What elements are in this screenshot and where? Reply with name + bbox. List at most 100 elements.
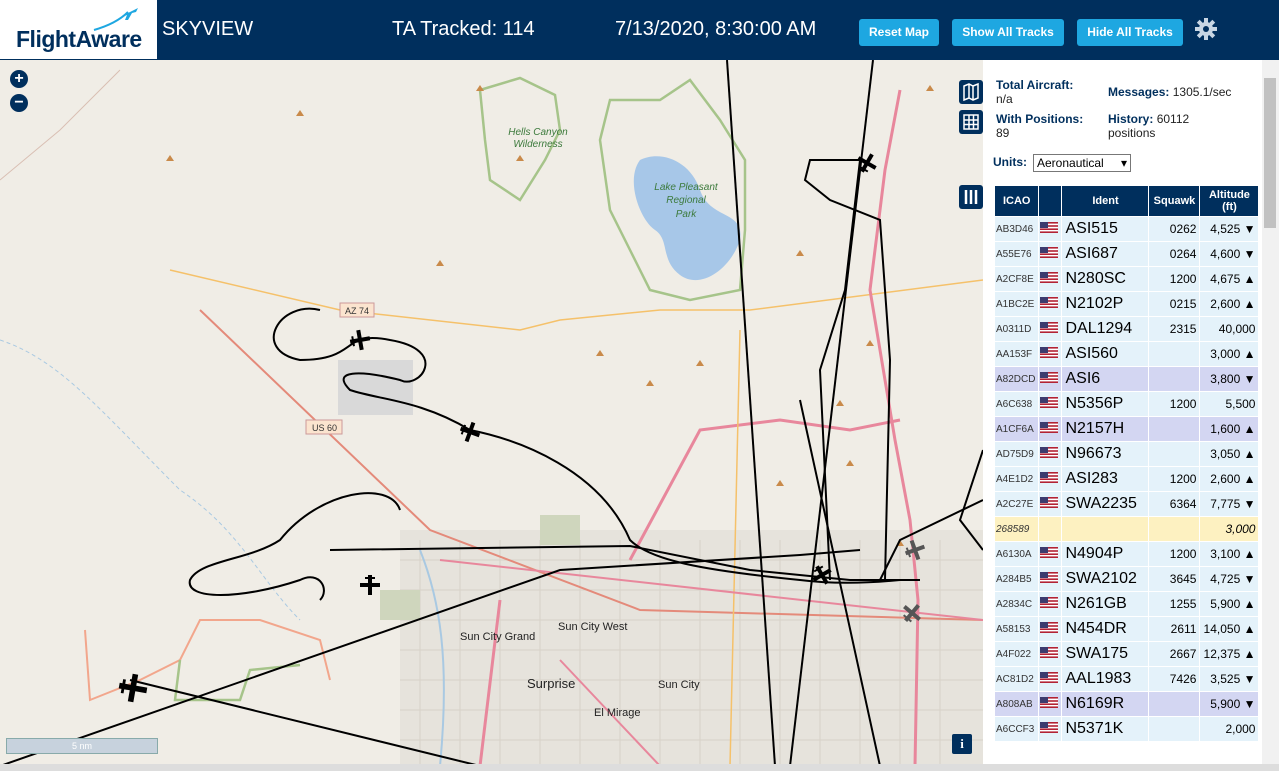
map-view[interactable]: Hells Canyon Wilderness Lake Pleasant Re… [0, 60, 983, 766]
table-row[interactable]: A55E76 ASI687 0264 4,600 ▼ [995, 242, 1259, 266]
aircraft-icao: A2CF8E [995, 267, 1039, 291]
altitude-header-label: Altitude [1208, 189, 1250, 201]
table-row[interactable]: A6130A N4904P 1200 3,100 ▲ [995, 542, 1259, 566]
aircraft-altitude: 4,600 ▼ [1200, 242, 1259, 266]
messages-stat: Messages: 1305.1/sec [1108, 85, 1258, 99]
aircraft-ident: SWA2235 [1062, 492, 1149, 516]
table-row[interactable]: A2CF8E N280SC 1200 4,675 ▲ [995, 267, 1259, 291]
table-row[interactable]: A82DCD ASI6 3,800 ▼ [995, 367, 1259, 391]
table-row[interactable]: AA153F ASI560 3,000 ▲ [995, 342, 1259, 366]
total-aircraft-value: n/a [996, 92, 1013, 106]
table-row[interactable]: A6CCF3 N5371K 2,000 [995, 717, 1259, 741]
us-flag-icon [1039, 417, 1062, 441]
table-row[interactable]: A2C27E SWA2235 6364 7,775 ▼ [995, 492, 1259, 516]
table-row[interactable]: A6C638 N5356P 1200 5,500 [995, 392, 1259, 416]
map-icon [963, 82, 979, 102]
column-toggle-button[interactable] [959, 185, 983, 209]
units-label: Units: [993, 155, 1027, 169]
aircraft-squawk: 3645 [1149, 567, 1200, 591]
zoom-in-button[interactable]: + [10, 70, 28, 88]
column-header-altitude[interactable]: Altitude (ft) [1200, 186, 1259, 216]
aircraft-squawk: 1255 [1149, 592, 1200, 616]
units-select[interactable]: Aeronautical ▾ [1033, 154, 1131, 172]
aircraft-icao: A58153 [995, 617, 1039, 641]
history-unit: positions [1108, 126, 1156, 140]
aircraft-altitude: 4,675 ▲ [1200, 267, 1259, 291]
map-label: Sun City Grand [460, 631, 535, 643]
flightaware-logo[interactable]: FlightAware [0, 0, 157, 59]
column-header-flag[interactable] [1039, 186, 1062, 216]
aircraft-altitude: 2,600 ▲ [1200, 292, 1259, 316]
aircraft-squawk [1149, 442, 1200, 466]
aircraft-ident: N6169R [1062, 692, 1149, 716]
map-label: Hells Canyon [508, 127, 568, 138]
info-button[interactable]: i [952, 734, 972, 754]
table-row[interactable]: A1BC2E N2102P 0215 2,600 ▲ [995, 292, 1259, 316]
aircraft-altitude: 14,050 ▲ [1200, 617, 1259, 641]
map-canvas[interactable]: Hells Canyon Wilderness Lake Pleasant Re… [0, 60, 983, 766]
us-flag-icon [1039, 692, 1062, 716]
aircraft-altitude: 4,525 ▼ [1200, 217, 1259, 241]
aircraft-ident: ASI6 [1062, 367, 1149, 391]
table-row[interactable]: AC81D2 AAL1983 7426 3,525 ▼ [995, 667, 1259, 691]
map-scale-bar: 5 nm [6, 738, 158, 754]
aircraft-ident: N454DR [1062, 617, 1149, 641]
aircraft-ident: DAL1294 [1062, 317, 1149, 341]
aircraft-squawk: 2315 [1149, 317, 1200, 341]
table-row[interactable]: A4E1D2 ASI283 1200 2,600 ▲ [995, 467, 1259, 491]
us-flag-icon [1039, 267, 1062, 291]
map-label: Wilderness [513, 139, 562, 150]
aircraft-icao: A55E76 [995, 242, 1039, 266]
zoom-out-button[interactable]: − [10, 94, 28, 112]
app-title: SKYVIEW [162, 18, 254, 40]
aircraft-squawk: 0262 [1149, 217, 1200, 241]
aircraft-altitude: 3,800 ▼ [1200, 367, 1259, 391]
table-row[interactable]: 268589 3,000 [995, 517, 1259, 541]
column-header-ident[interactable]: Ident [1062, 186, 1149, 216]
units-select-value: Aeronautical [1037, 156, 1104, 170]
gear-icon[interactable] [1195, 18, 1217, 40]
table-row[interactable]: A4F022 SWA175 2667 12,375 ▲ [995, 642, 1259, 666]
table-row[interactable]: A1CF6A N2157H 1,600 ▲ [995, 417, 1259, 441]
panel-scrollbar-thumb[interactable] [1264, 78, 1276, 228]
history-stat: History: 60112 positions [1108, 112, 1258, 140]
map-label: AZ 74 [345, 306, 369, 316]
aircraft-icao: A2834C [995, 592, 1039, 616]
table-row[interactable]: AB3D46 ASI515 0262 4,525 ▼ [995, 217, 1259, 241]
table-row[interactable]: A2834C N261GB 1255 5,900 ▲ [995, 592, 1259, 616]
show-all-tracks-button[interactable]: Show All Tracks [952, 19, 1064, 46]
table-row[interactable]: A808AB N6169R 5,900 ▼ [995, 692, 1259, 716]
table-row[interactable]: A284B5 SWA2102 3645 4,725 ▼ [995, 567, 1259, 591]
aircraft-altitude: 2,000 [1200, 717, 1259, 741]
aircraft-ident: N5371K [1062, 717, 1149, 741]
aircraft-altitude: 3,525 ▼ [1200, 667, 1259, 691]
map-layers-button[interactable] [959, 80, 983, 104]
messages-value: 1305.1/sec [1172, 85, 1232, 99]
table-row[interactable]: AD75D9 N96673 3,050 ▲ [995, 442, 1259, 466]
us-flag-icon [1039, 442, 1062, 466]
table-row[interactable]: A0311D DAL1294 2315 40,000 [995, 317, 1259, 341]
with-positions-label: With Positions: [996, 112, 1084, 126]
aircraft-squawk: 2667 [1149, 642, 1200, 666]
map-label: Park [676, 209, 698, 220]
history-label: History: [1108, 112, 1154, 126]
table-header-row: ICAO Ident Squawk Altitude (ft) [995, 186, 1259, 216]
hide-all-tracks-button[interactable]: Hide All Tracks [1077, 19, 1183, 46]
with-positions-value: 89 [996, 126, 1010, 140]
us-flag-icon [1039, 617, 1062, 641]
horizontal-scrollbar[interactable] [0, 764, 1279, 771]
us-flag-icon [1039, 342, 1062, 366]
grid-icon [963, 114, 979, 130]
reset-map-button[interactable]: Reset Map [859, 19, 939, 46]
aircraft-ident: N4904P [1062, 542, 1149, 566]
aircraft-altitude: 5,500 [1200, 392, 1259, 416]
column-header-squawk[interactable]: Squawk [1149, 186, 1200, 216]
messages-label: Messages: [1108, 85, 1170, 99]
grid-toggle-button[interactable] [959, 110, 983, 134]
aircraft-altitude: 3,000 [1200, 517, 1259, 541]
aircraft-squawk [1149, 367, 1200, 391]
column-header-icao[interactable]: ICAO [995, 186, 1039, 216]
aircraft-icao: A6CCF3 [995, 717, 1039, 741]
total-aircraft-stat: Total Aircraft: n/a [996, 78, 1106, 106]
table-row[interactable]: A58153 N454DR 2611 14,050 ▲ [995, 617, 1259, 641]
